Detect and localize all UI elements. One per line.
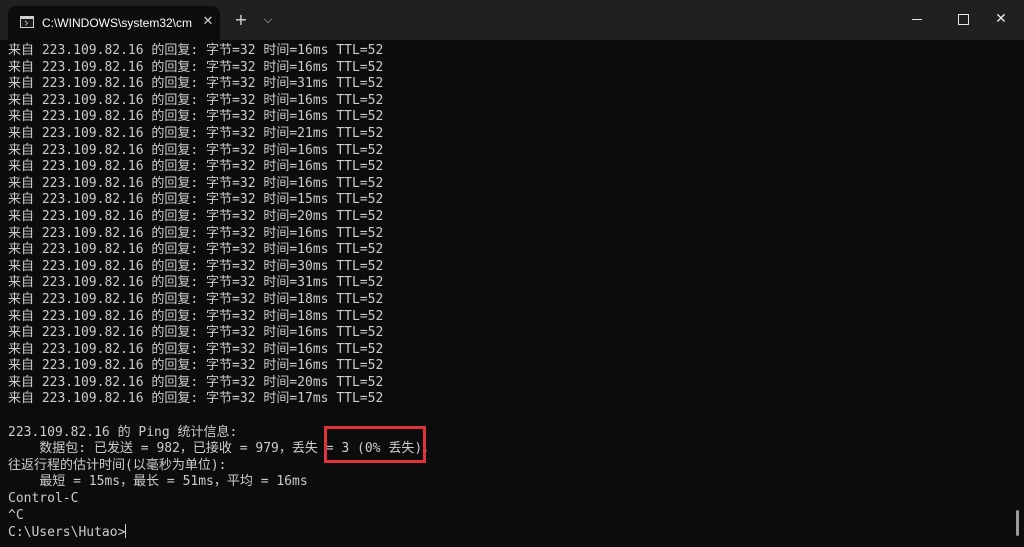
tab-cmd[interactable]: C:\WINDOWS\system32\cmd. ✕: [8, 6, 220, 40]
terminal-line: 来自 223.109.82.16 的回复: 字节=32 时间=16ms TTL=…: [8, 175, 384, 191]
terminal-line: 来自 223.109.82.16 的回复: 字节=32 时间=16ms TTL=…: [8, 109, 384, 125]
terminal-line: 来自 223.109.82.16 的回复: 字节=32 时间=20ms TTL=…: [8, 208, 384, 224]
terminal-line: 来自 223.109.82.16 的回复: 字节=32 时间=15ms TTL=…: [8, 192, 384, 208]
new-tab-button[interactable]: +: [230, 9, 252, 31]
terminal-output[interactable]: 来自 223.109.82.16 的回复: 字节=32 时间=16ms TTL=…: [8, 43, 1008, 543]
close-button[interactable]: ✕: [978, 0, 1024, 40]
ping-packet-stats: 数据包: 已发送 = 982，已接收 = 979，丢失 = 3 (0% 丢失)，: [8, 441, 436, 457]
ping-rtt-stats: 最短 = 15ms，最长 = 51ms，平均 = 16ms: [8, 474, 308, 490]
terminal-line: 来自 223.109.82.16 的回复: 字节=32 时间=16ms TTL=…: [8, 142, 384, 158]
terminal-line: 来自 223.109.82.16 的回复: 字节=32 时间=16ms TTL=…: [8, 43, 384, 58]
maximize-icon: [958, 14, 969, 25]
ping-rtt-header: 往返行程的估计时间(以毫秒为单位):: [8, 457, 227, 473]
ping-stats-header: 223.109.82.16 的 Ping 统计信息:: [8, 424, 238, 440]
terminal-line: 来自 223.109.82.16 的回复: 字节=32 时间=21ms TTL=…: [8, 125, 384, 141]
terminal-line: 来自 223.109.82.16 的回复: 字节=32 时间=16ms TTL=…: [8, 358, 384, 374]
terminal-line: 来自 223.109.82.16 的回复: 字节=32 时间=16ms TTL=…: [8, 325, 384, 341]
terminal-line: 来自 223.109.82.16 的回复: 字节=32 时间=31ms TTL=…: [8, 275, 384, 291]
minimize-icon: [912, 19, 922, 20]
terminal-line: 来自 223.109.82.16 的回复: 字节=32 时间=20ms TTL=…: [8, 374, 384, 390]
minimize-button[interactable]: [894, 0, 940, 40]
tab-close-icon[interactable]: ✕: [200, 14, 216, 30]
terminal-line: 来自 223.109.82.16 的回复: 字节=32 时间=16ms TTL=…: [8, 92, 384, 108]
terminal-line: 来自 223.109.82.16 的回复: 字节=32 时间=16ms TTL=…: [8, 242, 384, 258]
text-cursor: [125, 524, 127, 539]
control-c-line: Control-C: [8, 491, 79, 507]
close-icon: ✕: [995, 11, 1007, 27]
terminal-line: 来自 223.109.82.16 的回复: 字节=32 时间=30ms TTL=…: [8, 258, 384, 274]
terminal-line: 来自 223.109.82.16 的回复: 字节=32 时间=16ms TTL=…: [8, 225, 384, 241]
terminal-line: 来自 223.109.82.16 的回复: 字节=32 时间=18ms TTL=…: [8, 291, 384, 307]
tab-dropdown-button[interactable]: ⌵: [258, 9, 278, 31]
caret-c-line: ^C: [8, 507, 24, 523]
terminal-line: 来自 223.109.82.16 的回复: 字节=32 时间=31ms TTL=…: [8, 76, 384, 92]
terminal-line: 来自 223.109.82.16 的回复: 字节=32 时间=18ms TTL=…: [8, 308, 384, 324]
scrollbar-thumb[interactable]: [1016, 510, 1019, 536]
terminal-line: 来自 223.109.82.16 的回复: 字节=32 时间=16ms TTL=…: [8, 59, 384, 75]
terminal-line: 来自 223.109.82.16 的回复: 字节=32 时间=16ms TTL=…: [8, 341, 384, 357]
terminal-line: 来自 223.109.82.16 的回复: 字节=32 时间=17ms TTL=…: [8, 391, 384, 407]
tab-title: C:\WINDOWS\system32\cmd.: [42, 16, 192, 30]
vertical-scrollbar[interactable]: [1011, 40, 1024, 547]
terminal-line: 来自 223.109.82.16 的回复: 字节=32 时间=16ms TTL=…: [8, 159, 384, 175]
title-bar: C:\WINDOWS\system32\cmd. ✕ + ⌵ ✕: [0, 0, 1024, 40]
command-prompt: C:\Users\Hutao>: [8, 525, 126, 541]
prompt-line[interactable]: C:\Users\Hutao>: [8, 524, 1008, 541]
terminal-icon: [20, 16, 34, 28]
terminal-window: C:\WINDOWS\system32\cmd. ✕ + ⌵ ✕ 来自 223.…: [0, 0, 1024, 547]
